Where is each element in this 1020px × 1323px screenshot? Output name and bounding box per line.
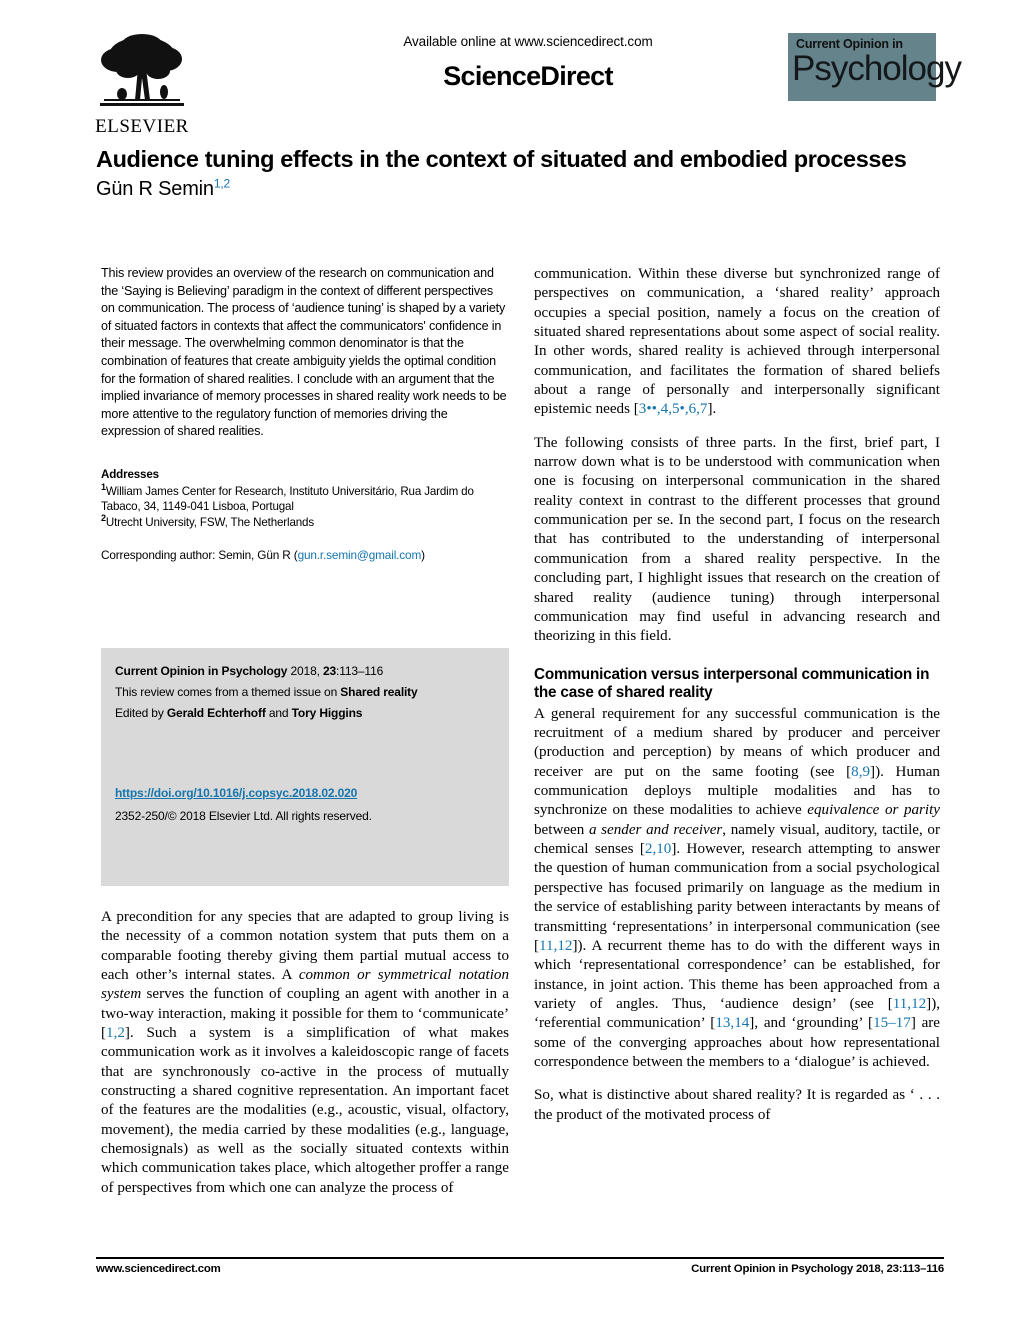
italic-term: a sender and receiver <box>588 821 723 838</box>
author-affiliation-marks: 1,2 <box>213 176 230 191</box>
footer-year: 2018, <box>853 1263 887 1275</box>
info-editor-1: Gerald Echterhoff <box>166 706 266 720</box>
corresponding-author-line: Corresponding author: Semin, Gün R (gun.… <box>101 547 509 563</box>
citation-link[interactable]: 8,9 <box>851 764 870 780</box>
corresponding-suffix: ) <box>421 548 425 563</box>
citation-link[interactable]: 2,10 <box>645 841 671 857</box>
author-name: Gün R Semin <box>96 178 214 200</box>
left-column-meta: This review provides an overview of the … <box>101 265 509 563</box>
citation-link[interactable]: 11,12 <box>539 938 572 954</box>
info-themed-name: Shared reality <box>340 685 418 699</box>
corresponding-email-link[interactable]: gun.r.semin@gmail.com <box>298 548 422 562</box>
journal-info-box: Current Opinion in Psychology 2018, 23:1… <box>101 648 509 886</box>
journal-badge-line2: Psychology <box>792 49 962 88</box>
paragraph: A precondition for any species that are … <box>101 908 509 1198</box>
paragraph: So, what is distinctive about shared rea… <box>534 1087 940 1123</box>
info-edited-prefix: Edited by <box>115 706 167 720</box>
page-title: Audience tuning effects in the context o… <box>96 146 907 172</box>
text-run: ], and ‘grounding’ [ <box>749 1015 874 1032</box>
footer-journal-name: Current Opinion in Psychology <box>691 1263 853 1275</box>
doi-link[interactable]: https://doi.org/10.1016/j.copsyc.2018.02… <box>115 783 357 804</box>
paragraph: communication. Within these diverse but … <box>534 265 940 420</box>
addresses-block: Addresses 1William James Center for Rese… <box>101 467 509 530</box>
footer-journal-citation: Current Opinion in Psychology 2018, 23:1… <box>691 1263 944 1275</box>
address-item-1: 1William James Center for Research, Inst… <box>101 482 509 515</box>
section-heading-communication: Communication versus interpersonal commu… <box>534 665 930 702</box>
info-journal-citation: Current Opinion in Psychology 2018, 23:1… <box>115 661 495 682</box>
info-editor-2: Tory Higgins <box>291 706 363 720</box>
text-run: ]). A recurrent theme has to do with the… <box>534 937 940 1012</box>
info-edited-by: Edited by Gerald Echterhoff and Tory Hig… <box>115 703 495 724</box>
footer-pages: :113–116 <box>898 1263 944 1275</box>
article-page: ELSEVIER Available online at www.science… <box>0 0 1020 1323</box>
citation-link[interactable]: 15–17 <box>873 1015 911 1031</box>
info-pages: :113–116 <box>336 664 384 678</box>
masthead: ELSEVIER Available online at www.science… <box>88 24 962 137</box>
sciencedirect-block: Available online at www.sciencedirect.co… <box>288 34 768 92</box>
italic-term: equivalence or parity <box>807 802 941 819</box>
text-run: ]. Such a system is a simplification of … <box>101 1025 509 1196</box>
issn-copyright: 2352-250/© 2018 Elsevier Ltd. All rights… <box>115 809 372 823</box>
text-run: between <box>534 821 589 838</box>
footer-volume: 23 <box>886 1263 899 1275</box>
info-themed-prefix: This review comes from a themed issue on <box>115 685 341 699</box>
paragraph: The following consists of three parts. I… <box>534 434 940 645</box>
left-column-body: A precondition for any species that are … <box>101 908 509 1198</box>
info-volume: 23 <box>322 664 337 678</box>
address-text-1: William James Center for Research, Insti… <box>101 484 474 514</box>
elsevier-wordmark: ELSEVIER <box>95 116 189 137</box>
abstract-text: This review provides an overview of the … <box>101 266 507 439</box>
address-item-2: 2Utrecht University, FSW, The Netherland… <box>101 513 509 531</box>
info-year: 2018, <box>287 664 323 678</box>
info-edited-join: and <box>265 706 292 720</box>
right-column-text: communication. Within these diverse but … <box>534 265 940 647</box>
citation-link[interactable]: 11,12 <box>893 996 926 1012</box>
citation-link[interactable]: 1,2 <box>106 1025 125 1041</box>
addresses-heading: Addresses <box>101 467 159 481</box>
text-run: ]. <box>707 401 717 418</box>
address-text-2: Utrecht University, FSW, The Netherlands <box>105 515 314 529</box>
sciencedirect-logo-text: ScienceDirect <box>443 61 613 91</box>
title-block: Audience tuning effects in the context o… <box>96 145 944 202</box>
right-column: communication. Within these diverse but … <box>534 265 940 1125</box>
info-journal-name: Current Opinion in Psychology <box>115 664 288 678</box>
right-column-section-text: A general requirement for any successful… <box>534 705 940 1125</box>
text-run: communication. Within these diverse but … <box>534 266 940 418</box>
author-line: Gün R Semin1,2 <box>96 177 944 202</box>
paragraph: A general requirement for any successful… <box>534 705 940 1073</box>
info-themed-issue: This review comes from a themed issue on… <box>115 682 495 703</box>
citation-link[interactable]: 3••,4,5•,6,7 <box>639 401 708 417</box>
corresponding-prefix: Corresponding author: Semin, Gün R ( <box>101 548 298 563</box>
footer-divider <box>96 1257 944 1259</box>
footer-website: www.sciencedirect.com <box>96 1263 221 1275</box>
journal-badge: Current Opinion in Psychology <box>788 33 962 101</box>
available-online-text: Available online at www.sciencedirect.co… <box>403 34 653 49</box>
citation-link[interactable]: 13,14 <box>715 1015 749 1031</box>
